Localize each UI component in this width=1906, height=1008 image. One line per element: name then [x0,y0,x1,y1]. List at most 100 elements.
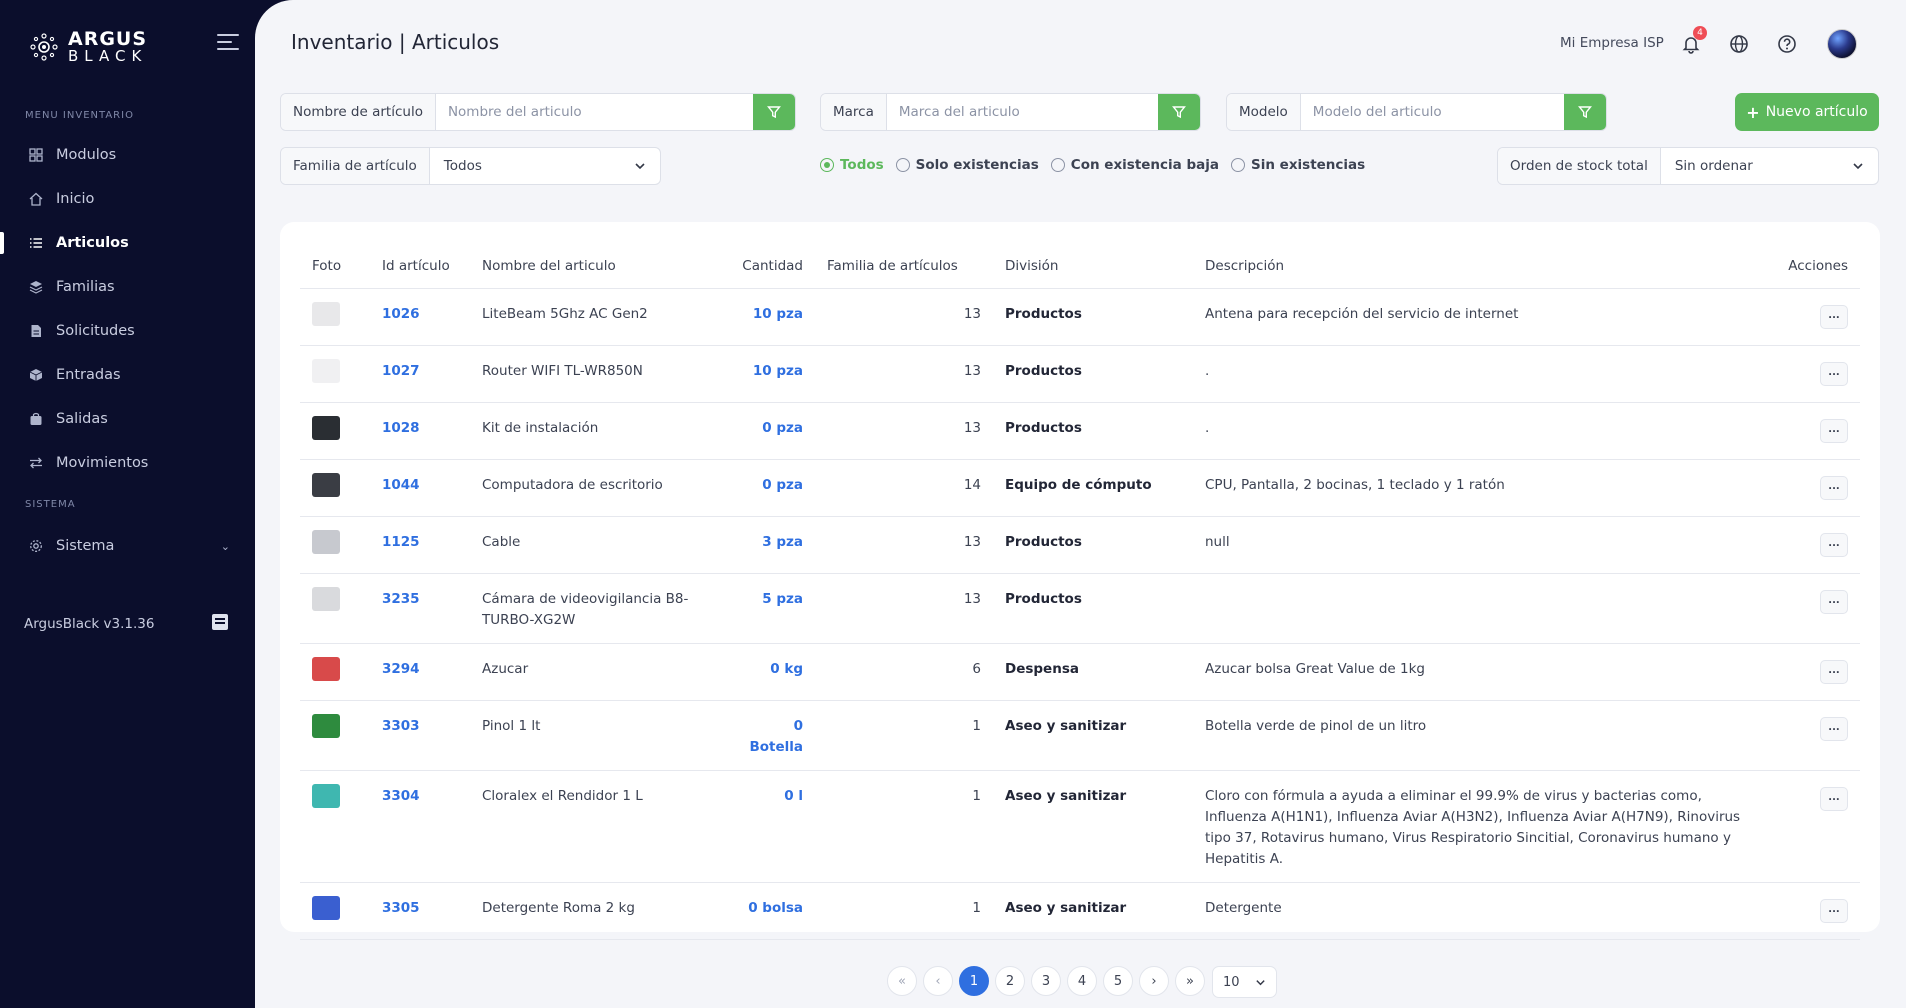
bell-icon[interactable]: 4 [1679,26,1707,56]
globe-icon[interactable] [1727,32,1751,56]
row-quantity: 0 pza [725,402,815,460]
model-filter-button[interactable] [1564,94,1606,130]
page-1-button[interactable]: 1 [959,966,989,996]
item-quantity[interactable]: 10 pza [753,363,803,379]
section-label-inventory: MENU INVENTARIO [25,110,134,121]
sidebar-item-inicio[interactable]: Inicio [0,182,255,216]
row-photo [300,345,370,403]
row-actions-button[interactable]: ... [1820,475,1848,500]
plus-icon: + [1746,102,1760,122]
item-quantity[interactable]: 5 pza [762,591,803,607]
row-family: 1 [815,882,993,940]
radio-existencia-baja[interactable]: Con existencia baja [1050,157,1219,173]
row-photo [300,459,370,517]
product-thumbnail[interactable] [312,415,340,440]
page-5-button[interactable]: 5 [1103,966,1133,996]
product-thumbnail[interactable] [312,529,340,554]
info-card-icon[interactable] [212,614,228,630]
radio-sin-existencias[interactable]: Sin existencias [1231,157,1365,173]
help-icon[interactable] [1775,32,1799,56]
item-quantity[interactable]: 0 pza [762,420,803,436]
item-id-link[interactable]: 1044 [382,477,420,493]
per-page-select[interactable]: 10 [1212,966,1277,998]
product-thumbnail[interactable] [312,895,340,920]
sidebar-item-familias[interactable]: Familias [0,270,255,304]
row-actions-button[interactable]: ... [1820,589,1848,614]
item-id-link[interactable]: 1028 [382,420,420,436]
sidebar-item-solicitudes[interactable]: Solicitudes [0,314,255,348]
name-filter-button[interactable] [753,94,795,130]
item-quantity[interactable]: 0 pza [762,477,803,493]
item-id-link[interactable]: 3294 [382,661,420,677]
model-filter-input[interactable] [1300,94,1564,130]
sidebar-item-entradas[interactable]: Entradas [0,358,255,392]
row-actions-button[interactable]: ... [1820,418,1848,443]
company-name[interactable]: Mi Empresa ISP [1560,35,1664,51]
name-filter-input[interactable] [435,94,753,130]
page-prev-button[interactable]: ‹ [923,966,953,996]
row-name: Cámara de videovigilancia B8-TURBO-XG2W [470,573,725,644]
table-row: 1026 LiteBeam 5Ghz AC Gen2 10 pza 13 Product… [300,288,1860,346]
radio-solo-existencias[interactable]: Solo existencias [895,157,1039,173]
row-actions-button[interactable]: ... [1820,659,1848,684]
sidebar-item-modulos[interactable]: Modulos [0,138,255,172]
row-actions-button[interactable]: ... [1820,898,1848,923]
col-header-family: Familia de artículos [815,244,993,289]
item-id-link[interactable]: 1125 [382,534,420,550]
item-id-link[interactable]: 1026 [382,306,420,322]
page-first-button[interactable]: « [887,966,917,996]
table-header-row: Foto Id artículo Nombre del articulo Can… [300,244,1860,289]
product-thumbnail[interactable] [312,301,340,326]
item-id-link[interactable]: 3305 [382,900,420,916]
filter-icon [767,106,781,119]
product-thumbnail[interactable] [312,656,340,681]
row-actions: ... [1772,345,1860,403]
row-actions-button[interactable]: ... [1820,361,1848,386]
items-table-card: Foto Id artículo Nombre del articulo Can… [280,222,1880,940]
item-id-link[interactable]: 3235 [382,591,420,607]
item-id-link[interactable]: 3303 [382,718,420,734]
row-actions-button[interactable]: ... [1820,786,1848,811]
item-id-link[interactable]: 1027 [382,363,420,379]
logo[interactable]: ARGUS BLACK [28,30,147,64]
model-filter: Modelo [1226,93,1607,131]
item-quantity[interactable]: 3 pza [762,534,803,550]
row-actions-button[interactable]: ... [1820,304,1848,329]
menu-toggle-icon[interactable] [217,34,239,52]
sidebar-item-label: Solicitudes [56,323,135,339]
row-actions-button[interactable]: ... [1820,716,1848,741]
row-actions-button[interactable]: ... [1820,532,1848,557]
sidebar-item-sistema[interactable]: Sistema ⌄ [0,529,255,563]
product-thumbnail[interactable] [312,783,340,808]
item-quantity[interactable]: 0 l [784,788,803,804]
product-thumbnail[interactable] [312,472,340,497]
page-2-button[interactable]: 2 [995,966,1025,996]
radio-todos[interactable]: Todos [820,157,884,173]
row-actions: ... [1772,770,1860,883]
page-next-button[interactable]: › [1139,966,1169,996]
item-quantity[interactable]: 0 kg [770,661,803,677]
row-actions: ... [1772,643,1860,701]
avatar[interactable] [1827,29,1857,59]
product-thumbnail[interactable] [312,713,340,738]
page-4-button[interactable]: 4 [1067,966,1097,996]
item-quantity[interactable]: 0 Botella [749,718,803,755]
row-description: Botella verde de pinol de un litro [1193,700,1772,771]
page-last-button[interactable]: » [1175,966,1205,996]
item-quantity[interactable]: 0 bolsa [748,900,803,916]
sidebar-item-salidas[interactable]: Salidas [0,402,255,436]
stock-order-select[interactable]: Sin ordenar [1661,148,1878,184]
page-3-button[interactable]: 3 [1031,966,1061,996]
sidebar-item-movimientos[interactable]: Movimientos [0,446,255,480]
family-select[interactable]: Todos [430,148,660,184]
product-thumbnail[interactable] [312,586,340,611]
new-item-button[interactable]: + Nuevo artículo [1735,93,1879,131]
brand-filter-input[interactable] [886,94,1158,130]
page-title: Inventario | Articulos [291,30,500,54]
brand-filter-button[interactable] [1158,94,1200,130]
item-quantity[interactable]: 10 pza [753,306,803,322]
row-division: Aseo y sanitizar [993,882,1193,940]
sidebar-item-articulos[interactable]: Articulos [0,226,255,260]
item-id-link[interactable]: 3304 [382,788,420,804]
product-thumbnail[interactable] [312,358,340,383]
